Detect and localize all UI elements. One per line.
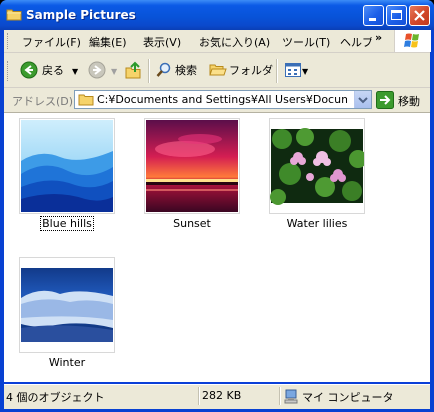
- menu-file[interactable]: ファイル(F): [22, 34, 81, 50]
- chevron-down-icon: [358, 97, 368, 104]
- window-title: Sample Pictures: [26, 8, 136, 22]
- close-button[interactable]: [409, 5, 430, 26]
- file-label[interactable]: Winter: [7, 356, 127, 369]
- back-button[interactable]: 戻る: [42, 62, 64, 78]
- file-label[interactable]: Blue hills: [7, 216, 127, 231]
- views-dropdown-icon[interactable]: ▼: [302, 67, 308, 76]
- window-frame-right: [430, 30, 434, 412]
- close-icon: [414, 10, 425, 21]
- file-view[interactable]: Blue hills Sunset Water lilies Winter: [4, 113, 430, 382]
- menu-edit[interactable]: 編集(E): [89, 34, 127, 50]
- address-label: アドレス(D): [12, 95, 74, 108]
- minimize-button[interactable]: [363, 5, 384, 26]
- address-value[interactable]: C:¥Documents and Settings¥All Users¥Docu…: [97, 93, 347, 106]
- status-bar: 4 個のオブジェクト 282 KB マイ コンピュータ: [4, 384, 430, 409]
- thumbnail-blue-hills[interactable]: [19, 118, 115, 214]
- windows-logo: [394, 30, 431, 52]
- explorer-window: Sample Pictures ファイル(F) 編集(E) 表示(V) お気に入…: [0, 0, 434, 412]
- back-arrow-icon[interactable]: [20, 61, 38, 82]
- status-separator: [279, 387, 281, 405]
- go-arrow-icon[interactable]: [376, 91, 394, 112]
- menu-view[interactable]: 表示(V): [143, 34, 181, 50]
- address-bar: アドレス(D) C:¥Documents and Settings¥All Us…: [4, 88, 430, 113]
- thumbnail-winter[interactable]: [19, 257, 115, 353]
- thumbnail-water-lilies[interactable]: [269, 118, 365, 214]
- search-button[interactable]: 検索: [175, 62, 197, 78]
- forward-arrow-icon[interactable]: [88, 61, 106, 82]
- status-location: マイ コンピュータ: [302, 391, 394, 404]
- menu-bar: ファイル(F) 編集(E) 表示(V) お気に入り(A) ツール(T) ヘルプ …: [4, 30, 431, 53]
- back-dropdown-icon[interactable]: ▼: [72, 67, 78, 76]
- maximize-button[interactable]: [386, 5, 407, 26]
- menu-favorites[interactable]: お気に入り(A): [199, 34, 270, 50]
- toolbar-grip[interactable]: [7, 61, 11, 81]
- menu-grip[interactable]: [7, 33, 11, 49]
- forward-dropdown-icon[interactable]: ▼: [111, 67, 117, 76]
- maximize-icon: [391, 10, 402, 20]
- search-icon[interactable]: [156, 62, 172, 81]
- folder-up-icon[interactable]: [125, 60, 143, 83]
- minimize-icon: [369, 18, 376, 21]
- views-icon[interactable]: [285, 62, 301, 81]
- status-size: 282 KB: [202, 389, 242, 402]
- menu-overflow-chevron[interactable]: »: [375, 31, 382, 44]
- menu-help[interactable]: ヘルプ: [340, 34, 372, 50]
- thumbnail-sunset[interactable]: [144, 118, 240, 214]
- folders-icon[interactable]: [209, 62, 227, 81]
- standard-toolbar: 戻る ▼ ▼ 検索 フォルダ ▼: [4, 53, 430, 88]
- file-label[interactable]: Sunset: [132, 217, 252, 230]
- address-dropdown-button[interactable]: [354, 91, 371, 108]
- status-separator: [198, 387, 200, 405]
- folder-icon: [6, 7, 22, 21]
- my-computer-icon: [284, 389, 298, 407]
- toolbar-separator: [276, 59, 278, 83]
- address-field[interactable]: C:¥Documents and Settings¥All Users¥Docu…: [74, 90, 372, 109]
- status-object-count: 4 個のオブジェクト: [6, 391, 105, 404]
- toolbar-separator: [148, 59, 150, 83]
- file-label[interactable]: Water lilies: [257, 217, 377, 230]
- folders-button[interactable]: フォルダ: [229, 62, 273, 78]
- menu-tools[interactable]: ツール(T): [282, 34, 330, 50]
- title-bar[interactable]: Sample Pictures: [0, 0, 434, 30]
- go-button[interactable]: 移動: [398, 93, 420, 109]
- folder-icon: [78, 92, 94, 110]
